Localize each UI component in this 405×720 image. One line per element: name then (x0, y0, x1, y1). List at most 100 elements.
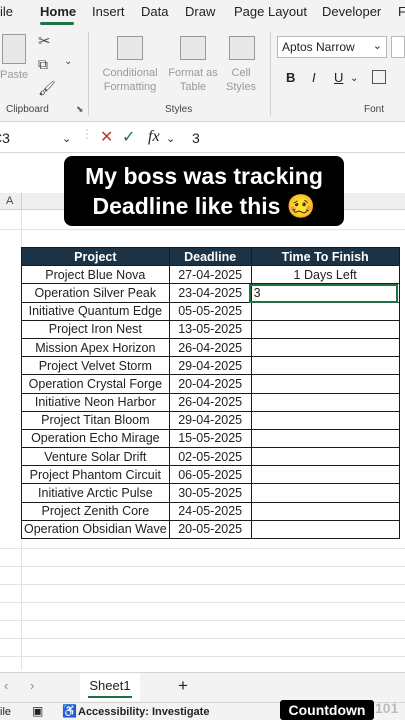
copy-icon[interactable]: ⧉ (38, 56, 48, 73)
underline-chevron-icon[interactable]: ⌄ (350, 73, 358, 84)
cancel-icon[interactable]: ✕ (100, 127, 113, 147)
time-to-finish-cell[interactable] (250, 410, 400, 430)
project-cell[interactable]: Venture Solar Drift (21, 447, 170, 467)
time-to-finish-cell[interactable] (250, 447, 400, 467)
cell-styles-icon[interactable] (229, 36, 255, 60)
header-deadline[interactable]: Deadline (168, 246, 252, 267)
clipboard-launcher-icon[interactable]: ⬊ (76, 104, 84, 115)
function-chevron-icon[interactable]: ⌄ (166, 132, 175, 145)
font-size-select[interactable] (391, 36, 405, 58)
conditional-formatting-button[interactable]: Conditional Formatting (98, 66, 162, 94)
tab-page-layout[interactable]: Page Layout (234, 4, 307, 19)
borders-icon[interactable] (372, 70, 386, 84)
format-as-table-icon[interactable] (180, 36, 206, 60)
deadline-cell[interactable]: 30-05-2025 (168, 483, 252, 503)
deadline-cell[interactable]: 23-04-2025 (168, 283, 252, 303)
tab-file[interactable]: File (0, 4, 13, 19)
name-box[interactable]: C3 (0, 130, 10, 146)
deadline-cell[interactable]: 05-05-2025 (168, 301, 252, 321)
tab-draw[interactable]: Draw (185, 4, 215, 19)
time-to-finish-cell[interactable] (250, 356, 400, 376)
time-to-finish-cell[interactable] (250, 519, 400, 540)
project-cell[interactable]: Project Velvet Storm (21, 356, 170, 376)
project-cell[interactable]: Mission Apex Horizon (21, 337, 170, 358)
project-cell[interactable]: Initiative Arctic Pulse (21, 483, 170, 503)
header-project[interactable]: Project (21, 246, 170, 267)
table-row: Operation Crystal Forge 20-04-2025 (21, 374, 400, 394)
table-row: Venture Solar Drift 02-05-2025 (21, 447, 400, 467)
time-to-finish-cell[interactable] (250, 337, 400, 358)
project-cell[interactable]: Project Titan Bloom (21, 410, 170, 430)
time-to-finish-cell[interactable] (250, 301, 400, 321)
deadline-cell[interactable]: 26-04-2025 (168, 337, 252, 358)
next-sheet-icon[interactable]: › (30, 678, 34, 693)
deadline-cell[interactable]: 29-04-2025 (168, 410, 252, 430)
deadline-cell[interactable]: 26-04-2025 (168, 392, 252, 412)
tab-more[interactable]: F (398, 4, 405, 19)
project-cell[interactable]: Operation Silver Peak (21, 283, 170, 303)
project-cell[interactable]: Operation Crystal Forge (21, 374, 170, 394)
accessibility-icon[interactable]: ♿ (62, 704, 77, 718)
format-as-table-button[interactable]: Format as Table (165, 66, 221, 94)
bold-button[interactable]: B (286, 70, 295, 85)
project-cell[interactable]: Project Iron Nest (21, 319, 170, 339)
add-sheet-button[interactable]: + (178, 676, 188, 696)
copy-chevron-icon[interactable]: ⌄ (64, 56, 72, 67)
countdown-watermark: Countdown (280, 700, 374, 720)
conditional-formatting-icon[interactable] (117, 36, 143, 60)
project-cell[interactable]: Operation Echo Mirage (21, 428, 170, 449)
caption-line-1: My boss was tracking (85, 163, 323, 189)
project-cell[interactable]: Operation Obsidian Wave (21, 519, 170, 540)
project-cell[interactable]: Project Phantom Circuit (21, 465, 170, 485)
deadline-cell[interactable]: 29-04-2025 (168, 356, 252, 376)
paste-button[interactable]: Paste (0, 68, 28, 82)
accessibility-status[interactable]: Accessibility: Investigate (78, 706, 209, 718)
deadline-cell[interactable]: 20-04-2025 (168, 374, 252, 394)
time-to-finish-cell[interactable] (250, 483, 400, 503)
time-to-finish-cell[interactable]: 1 Days Left (250, 265, 400, 285)
cut-icon[interactable]: ✂ (38, 32, 51, 50)
table-header-row: Project Deadline Time To Finish (21, 246, 400, 267)
time-to-finish-cell[interactable] (250, 428, 400, 449)
deadline-cell[interactable]: 20-05-2025 (168, 519, 252, 540)
tab-home[interactable]: Home (40, 4, 76, 19)
project-cell[interactable]: Initiative Quantum Edge (21, 301, 170, 321)
deadline-cell[interactable]: 13-05-2025 (168, 319, 252, 339)
column-header-a[interactable]: A (0, 193, 22, 210)
project-cell[interactable]: Initiative Neon Harbor (21, 392, 170, 412)
sheet-tab-sheet1[interactable]: Sheet1 (80, 673, 140, 701)
project-cell[interactable]: Project Blue Nova (21, 265, 170, 285)
project-cell[interactable]: Project Zenith Core (21, 501, 170, 521)
tab-insert[interactable]: Insert (92, 4, 125, 19)
font-name-select[interactable]: Aptos Narrow ⌄ (277, 36, 387, 58)
time-to-finish-cell[interactable] (250, 374, 400, 394)
formula-input[interactable]: 3 (192, 130, 200, 146)
tab-data[interactable]: Data (141, 4, 168, 19)
enter-icon[interactable]: ✓ (122, 127, 135, 147)
active-tab-indicator (40, 22, 74, 25)
deadline-cell[interactable]: 27-04-2025 (168, 265, 252, 285)
header-time-to-finish[interactable]: Time To Finish (250, 246, 400, 267)
tab-developer[interactable]: Developer (322, 4, 381, 19)
time-to-finish-cell[interactable] (250, 501, 400, 521)
time-to-finish-cell[interactable] (250, 392, 400, 412)
format-painter-icon[interactable]: 🖌 (38, 80, 56, 97)
italic-button[interactable]: I (312, 70, 316, 85)
time-to-finish-cell[interactable] (250, 319, 400, 339)
prev-sheet-icon[interactable]: ‹ (4, 678, 8, 693)
underline-button[interactable]: U (334, 70, 343, 85)
table-row: Project Iron Nest 13-05-2025 (21, 319, 400, 339)
deadline-cell[interactable]: 02-05-2025 (168, 447, 252, 467)
table-row: Project Zenith Core 24-05-2025 (21, 501, 400, 521)
cell-styles-button[interactable]: Cell Styles (218, 66, 264, 94)
time-to-finish-cell[interactable] (250, 465, 400, 485)
macro-record-icon[interactable]: ▣ (32, 704, 43, 718)
insert-function-icon[interactable]: fx (148, 128, 160, 146)
deadline-cell[interactable]: 15-05-2025 (168, 428, 252, 449)
font-name-value: Aptos Narrow (282, 40, 355, 54)
paste-icon[interactable] (2, 34, 26, 64)
deadline-cell[interactable]: 24-05-2025 (168, 501, 252, 521)
deadline-cell[interactable]: 06-05-2025 (168, 465, 252, 485)
ribbon: Paste ✂ ⧉ ⌄ 🖌 Clipboard ⬊ Conditional Fo… (0, 26, 405, 122)
name-box-chevron-icon[interactable]: ⌄ (62, 132, 71, 145)
